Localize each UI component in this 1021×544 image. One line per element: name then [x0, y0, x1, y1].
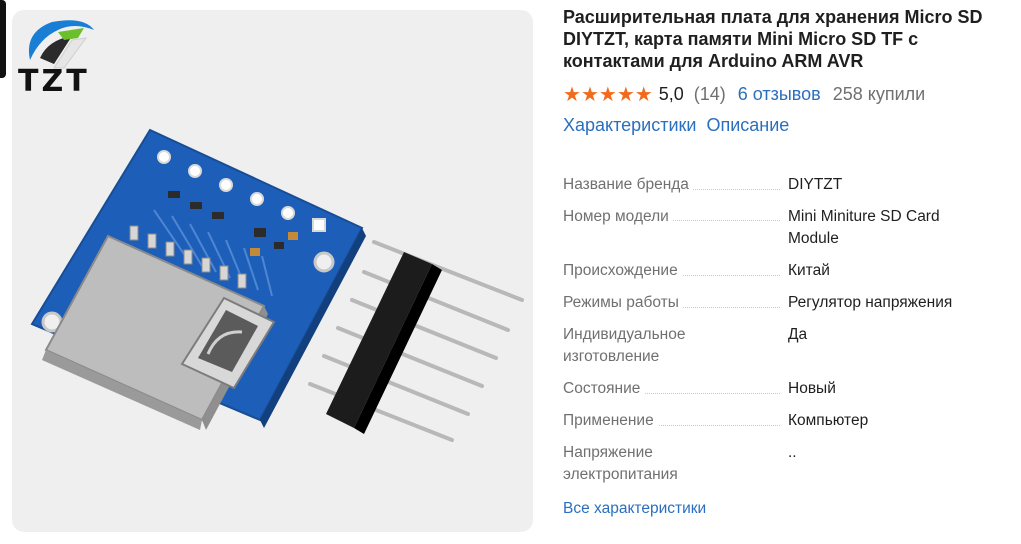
star-icon: ★ — [563, 83, 581, 106]
star-icon: ★ — [580, 83, 599, 106]
spec-value: Mini Miniture SD Card Module — [788, 208, 940, 247]
spec-table: Название бренда DIYTZT Номер модели Mini… — [563, 174, 1003, 496]
spec-value: Новый — [788, 380, 836, 397]
spec-label: Режимы работы — [563, 292, 683, 314]
product-tabs: Характеристики Описание — [563, 115, 1003, 136]
tab-characteristics[interactable]: Характеристики — [563, 115, 696, 136]
spec-label: Состояние — [563, 378, 645, 400]
spec-row: Режимы работы Регулятор напряжения — [563, 292, 1003, 314]
spec-label: Происхождение — [563, 260, 682, 282]
spec-label: Индивидуальное изготовление — [563, 324, 713, 368]
spec-row: Применение Компьютер — [563, 410, 1003, 432]
rating-count: (14) — [693, 84, 726, 104]
rating-row: ★ ★ ★ ★ ★ 5,0 (14) 6 отзывов 258 купили — [563, 84, 1003, 105]
tab-description[interactable]: Описание — [706, 115, 789, 136]
spec-value: .. — [788, 444, 797, 461]
spec-label: Номер модели — [563, 206, 673, 228]
spec-label: Название бренда — [563, 174, 693, 196]
spec-value: Китай — [788, 262, 830, 279]
tzt-logo-icon — [28, 20, 94, 69]
spec-value: Да — [788, 326, 808, 343]
rating-value: 5,0 — [658, 84, 684, 104]
spec-value: DIYTZT — [788, 176, 843, 193]
spec-row: Название бренда DIYTZT — [563, 174, 1003, 196]
all-specs-link[interactable]: Все характеристики — [563, 500, 706, 518]
spec-row: Напряжение электропитания .. — [563, 442, 1003, 486]
spec-row: Состояние Новый — [563, 378, 1003, 400]
star-rating: ★ ★ ★ ★ ★ — [563, 85, 653, 105]
reviews-link[interactable]: 6 отзывов — [738, 84, 821, 105]
product-title: Расширительная плата для хранения Micro … — [563, 7, 983, 71]
tzt-logo: TZT — [14, 12, 104, 99]
spec-row: Происхождение Китай — [563, 260, 1003, 282]
star-icon: ★ — [634, 83, 653, 106]
logo-text: TZT — [18, 64, 90, 99]
spec-row: Номер модели Mini Miniture SD Card Modul… — [563, 206, 1003, 250]
bought-count: 258 купили — [832, 84, 926, 104]
spec-label: Напряжение электропитания — [563, 442, 713, 486]
spec-label: Применение — [563, 410, 658, 432]
spec-value: Регулятор напряжения — [788, 294, 953, 311]
star-icon: ★ — [616, 83, 635, 106]
star-icon: ★ — [598, 83, 617, 106]
spec-row: Индивидуальное изготовление Да — [563, 324, 1003, 368]
spec-value: Компьютер — [788, 412, 869, 429]
window-edge — [0, 0, 6, 78]
product-info: Расширительная плата для хранения Micro … — [563, 6, 1003, 136]
